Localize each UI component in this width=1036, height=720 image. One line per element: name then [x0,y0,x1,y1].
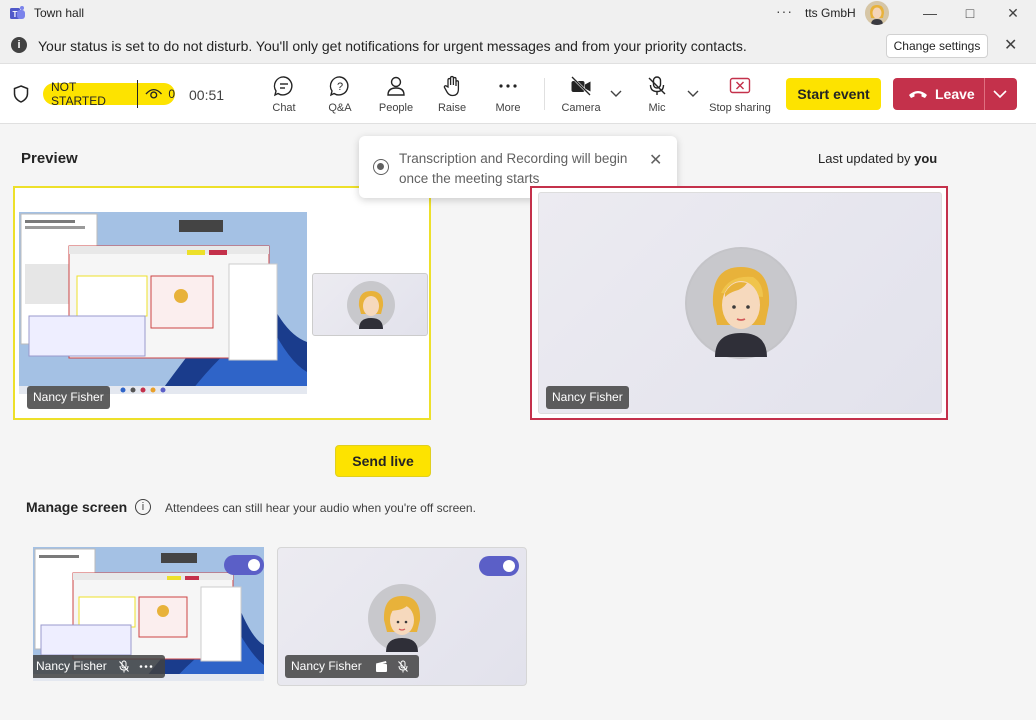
raise-hand-button[interactable]: Raise [424,72,480,118]
camera-visibility-toggle[interactable] [479,556,519,576]
chat-button[interactable]: Chat [256,72,312,118]
change-settings-button[interactable]: Change settings [886,34,988,58]
stop-sharing-label: Stop sharing [709,102,771,114]
viewer-count: 0 [168,87,175,101]
manage-screen-title: Manage screen [26,499,128,515]
more-options-icon[interactable]: ··· [776,3,793,19]
camera-source-tag: Nancy Fisher [285,655,419,678]
camera-label: Camera [561,102,601,114]
meeting-timer: 00:51 [189,87,225,103]
raise-hand-label: Raise [437,102,467,114]
qa-button[interactable]: ? Q&A [312,72,368,118]
meeting-toolbar: NOT STARTED 0 00:51 Chat ? Q&A People Ra… [0,64,1036,124]
info-icon: i [11,37,27,53]
close-notification-icon[interactable]: ✕ [1004,35,1017,55]
leave-options-chevron-icon[interactable] [992,87,1008,101]
org-name[interactable]: tts GmbH [805,6,856,20]
presenter-name-tag: Nancy Fisher [27,386,110,409]
event-status-label: NOT STARTED [43,80,138,108]
preview-stage[interactable]: Nancy Fisher [13,186,431,420]
toolbar-divider [544,78,545,110]
preview-title: Preview [21,150,78,167]
notification-bar: i Your status is set to do not disturb. … [0,27,1036,64]
people-icon [387,76,405,96]
app-title: Town hall [34,6,85,20]
camera-button[interactable]: Camera [553,72,609,118]
people-label: People [378,102,414,114]
manage-screen-hint: Attendees can still hear your audio when… [165,501,476,515]
avatar-icon [685,247,797,359]
record-icon [373,159,389,175]
stop-sharing-icon [729,77,751,94]
presenter-video-thumbnail [312,273,428,336]
screen-share-preview [19,212,307,394]
mic-button[interactable]: Mic [629,72,685,118]
last-updated-by: you [914,151,938,166]
shared-screen-thumbnail [19,212,307,394]
more-options-icon[interactable] [139,665,153,668]
close-toast-icon[interactable]: ✕ [649,150,662,170]
leave-button[interactable]: Leave [893,78,1017,110]
camera-options-chevron-icon[interactable] [609,86,623,100]
raise-hand-icon [443,75,460,97]
stop-sharing-button[interactable]: Stop sharing [706,72,774,118]
last-updated-prefix: Last updated by [818,151,915,166]
close-window-button[interactable]: ✕ [1002,2,1024,24]
info-icon[interactable]: i [135,499,151,515]
chat-label: Chat [272,102,296,114]
camera-source-name: Nancy Fisher [291,659,362,673]
eye-icon [145,88,162,99]
screen-visibility-toggle[interactable] [224,555,264,575]
shield-icon[interactable] [13,85,29,103]
maximize-button[interactable]: □ [959,2,981,24]
live-stage[interactable]: Nancy Fisher [530,186,948,420]
more-label: More [495,102,521,114]
minimize-button[interactable]: — [919,2,941,24]
avatar-icon [347,281,395,329]
avatar[interactable] [865,1,889,25]
svg-text:?: ? [337,81,343,93]
start-event-button[interactable]: Start event [786,78,881,110]
clapperboard-icon [376,661,387,672]
leave-label: Leave [935,86,975,102]
source-tile-camera[interactable]: Nancy Fisher [277,547,527,686]
teams-logo-icon: T [10,6,25,19]
screen-source-tag: Nancy Fisher [33,655,165,678]
mic-label: Mic [648,102,666,114]
status-badge: NOT STARTED 0 [43,80,175,108]
source-tile-screen[interactable]: Nancy Fisher [33,547,264,681]
toast-message: Transcription and Recording will begin o… [399,151,628,186]
leave-divider [984,78,985,110]
send-live-button[interactable]: Send live [335,445,431,477]
mic-options-chevron-icon[interactable] [686,86,700,100]
mic-off-icon[interactable] [397,660,409,673]
more-button[interactable]: More [480,72,536,118]
hang-up-icon [909,91,927,98]
qa-icon: ? [329,76,349,97]
qa-label: Q&A [328,102,352,114]
notification-text: Your status is set to do not disturb. Yo… [38,38,747,54]
people-button[interactable]: People [368,72,424,118]
screen-source-name: Nancy Fisher [36,659,107,673]
camera-off-icon [571,76,591,96]
more-icon [499,84,517,88]
svg-text:T: T [13,10,18,19]
mic-off-icon[interactable] [118,660,130,673]
live-presenter-video [538,192,942,414]
live-presenter-name-tag: Nancy Fisher [546,386,629,409]
title-bar: T Town hall ··· tts GmbH — □ ✕ [0,0,1036,27]
last-updated: Last updated by you [818,151,937,166]
chat-icon [273,76,293,97]
mic-off-icon [648,76,666,95]
